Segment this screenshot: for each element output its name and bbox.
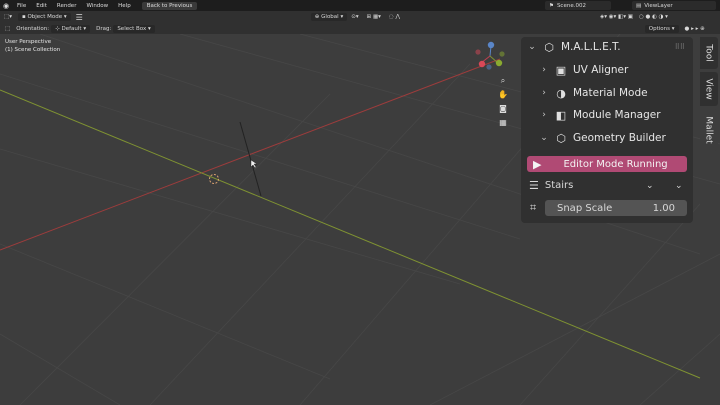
top-menubar: ◉ File Edit Render Window Help Back to P… [0, 0, 720, 11]
material-sphere-icon: ◑ [556, 86, 566, 100]
scene-name: Scene.002 [556, 2, 586, 9]
section-label: UV Aligner [573, 64, 629, 76]
chevron-right-icon[interactable]: › [537, 88, 551, 98]
section-label: Material Mode [573, 87, 648, 99]
menu-render[interactable]: Render [52, 3, 82, 9]
mode-label: Object Mode [27, 14, 63, 20]
snap-scale-value: 1.00 [652, 202, 675, 214]
module-icon: ◧ [555, 108, 567, 122]
tool-icon: ⬚ [5, 25, 11, 32]
preset-value: Stairs [544, 180, 574, 191]
menu-edit[interactable]: Edit [31, 3, 52, 9]
menu-file[interactable]: File [12, 3, 31, 9]
layers-icon: ▤ [636, 2, 642, 9]
section-module-manager[interactable]: › ◧ Module Manager [521, 106, 693, 124]
tab-tool[interactable]: Tool [700, 37, 718, 69]
hamburger-menu-icon[interactable]: ☰ [76, 13, 83, 22]
drag-value: Select Box [117, 25, 147, 32]
x-axis-line [0, 58, 501, 251]
section-uv-aligner[interactable]: › ▣ UV Aligner [521, 61, 693, 79]
mode-dropdown[interactable]: ▪ Object Mode ▾ [17, 13, 71, 21]
menu-help[interactable]: Help [113, 3, 136, 9]
orientation-label: Orientation: [16, 25, 50, 32]
z-axis-marker [239, 121, 262, 197]
pivot-icon[interactable]: ⊙▾ [351, 14, 358, 20]
viewport-header: ⬚▾ ▪ Object Mode ▾ ☰ ⊕ Global ▾ ⊙▾ ⊞ ▦▾ … [0, 11, 720, 23]
package-icon: ⬡ [544, 40, 554, 54]
view-layer-selector[interactable]: ▤ ViewLayer [632, 1, 716, 10]
panel-header[interactable]: ⌄ ⬡ M.A.L.L.E.T. ⠿⠿ [521, 38, 693, 56]
section-label: Geometry Builder [573, 132, 666, 144]
playback-icons[interactable]: ● ▸ ▸ ⊕ [685, 26, 705, 32]
chevron-down-icon[interactable]: ⌄ [525, 42, 539, 52]
zoom-icon[interactable]: ⌕ [498, 76, 508, 86]
uv-icon: ▣ [555, 63, 567, 77]
visibility-icons[interactable]: ◈▾ ◉▾ ◧▾ ▣ [600, 14, 633, 20]
options-dropdown[interactable]: Options ▾ [644, 24, 679, 33]
grid-view-icon[interactable]: ▦ [498, 118, 508, 128]
scene-selector[interactable]: ⚑ Scene.002 [545, 1, 611, 10]
transform-space-label: Global [321, 14, 339, 20]
pan-hand-icon[interactable]: ✋ [498, 90, 508, 100]
proportional-edit-icon[interactable]: ◌ ⋀ [389, 14, 400, 20]
snap-scale-label: Snap Scale [557, 202, 613, 214]
snap-icon[interactable]: ⊞ ▦▾ [367, 14, 381, 20]
axes-icon: ⊹ [55, 25, 60, 32]
editor-type-icon[interactable]: ⬚▾ [4, 14, 12, 20]
section-label: Module Manager [573, 109, 661, 121]
drag-label: Drag: [96, 25, 112, 32]
run-button-label: Editor Mode Running [563, 158, 668, 170]
scene-icon: ⚑ [549, 2, 554, 9]
blender-logo-icon[interactable]: ◉ [0, 2, 12, 10]
preset-select[interactable]: ☰ Stairs ⌄ ⌄ [527, 177, 687, 194]
drag-handle-icon[interactable]: ⠿⠿ [675, 43, 685, 51]
perspective-label: User Perspective [5, 39, 52, 45]
chevron-down-icon[interactable]: ⌄ [537, 133, 551, 143]
navigation-gizmo[interactable] [475, 41, 505, 70]
sidebar-tabs: Tool View Mallet [700, 37, 718, 154]
section-geometry-builder[interactable]: ⌄ ⬡ Geometry Builder [521, 129, 693, 147]
camera-icon[interactable]: ◙ [498, 104, 508, 114]
globe-icon: ⊕ [314, 14, 320, 20]
mouse-pointer-icon [250, 159, 258, 169]
transform-space-dropdown[interactable]: ⊕ Global ▾ [310, 13, 348, 21]
chevron-right-icon[interactable]: › [537, 65, 551, 75]
tab-view[interactable]: View [700, 72, 718, 106]
play-icon: ▶ [533, 157, 542, 171]
editor-mode-running-button[interactable]: ▶ Editor Mode Running [527, 156, 687, 172]
snap-grid-icon: ⌗ [530, 201, 537, 214]
tool-settings-bar: ⬚ Orientation: ⊹ Default ▾ Drag: Select … [0, 23, 720, 34]
chevron-down-icon: ⌄ [646, 180, 654, 191]
object-mode-icon: ▪ [21, 14, 26, 20]
options-label: Options [648, 25, 671, 32]
mallet-panel: ⌄ ⬡ M.A.L.L.E.T. ⠿⠿ › ▣ UV Aligner › ◑ M… [521, 37, 693, 223]
extra-dropdown-icon[interactable]: ⌄ [675, 181, 683, 191]
collection-label: (1) Scene Collection [5, 47, 61, 53]
view-layer-name: ViewLayer [644, 2, 673, 9]
list-icon: ☰ [529, 179, 539, 192]
snap-scale-field[interactable]: Snap Scale 1.00 [545, 200, 687, 216]
cube-icon: ⬡ [556, 131, 566, 145]
tab-mallet[interactable]: Mallet [700, 109, 718, 151]
orientation-dropdown[interactable]: ⊹ Default ▾ [51, 24, 91, 33]
shading-icons[interactable]: ○ ● ◐ ◑ ▾ [639, 14, 668, 20]
menu-window[interactable]: Window [81, 3, 113, 9]
chevron-right-icon[interactable]: › [537, 110, 551, 120]
orientation-value: Default [61, 25, 82, 32]
drag-dropdown[interactable]: Select Box ▾ [113, 24, 155, 33]
back-to-previous-button[interactable]: Back to Previous [141, 1, 198, 10]
section-material-mode[interactable]: › ◑ Material Mode [521, 84, 693, 102]
panel-title: M.A.L.L.E.T. [561, 41, 621, 53]
